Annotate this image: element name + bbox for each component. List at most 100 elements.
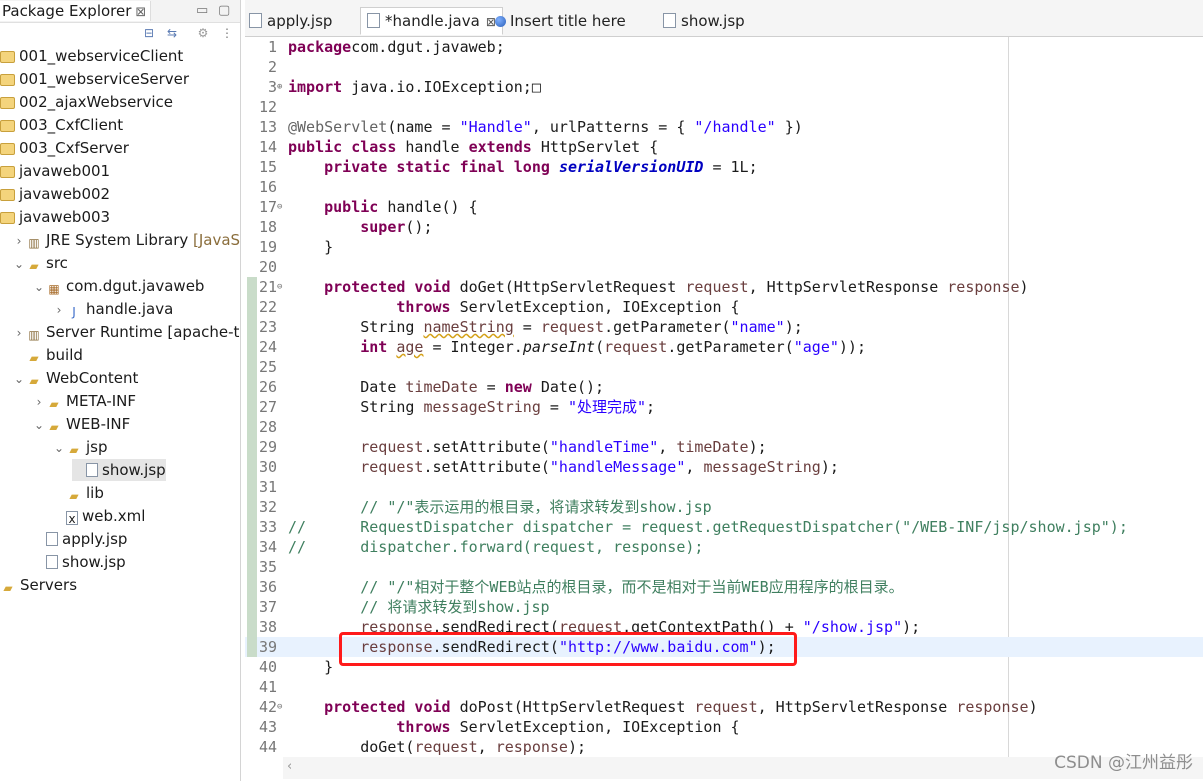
code-token: "Handle" [459, 118, 532, 136]
view-menu-icon[interactable]: ⋮ [220, 26, 234, 40]
code-token: parseInt [522, 338, 596, 356]
code-token: □ [531, 78, 541, 96]
tree-item[interactable]: show.jsp [72, 459, 166, 481]
tree-item[interactable]: ⌄ ▰ src [12, 252, 68, 274]
code-token: Date [288, 378, 406, 396]
close-icon[interactable]: ⊠ [135, 5, 146, 20]
tree-item[interactable]: ▰ Servers [0, 574, 77, 596]
chevron-right-icon[interactable]: › [32, 391, 46, 413]
code-token: ServletException, IOException { [450, 298, 740, 316]
tree-item-label: lib [86, 484, 104, 502]
chevron-down-icon[interactable]: ⌄ [52, 437, 66, 459]
code-token: = 1L; [703, 158, 758, 176]
tree-item[interactable]: 003_CxfClient [0, 114, 123, 136]
tree-item[interactable]: 002_ajaxWebservice [0, 91, 173, 113]
tree-item[interactable]: › ▥ Server Runtime [apache-tc [12, 321, 240, 344]
tree-item[interactable]: › Jhandle.java [52, 298, 174, 321]
code-token: ); [784, 318, 803, 336]
chevron-right-icon[interactable]: › [52, 299, 66, 321]
tree-item[interactable]: javaweb001 [0, 160, 110, 182]
line-number: 3 [267, 78, 277, 96]
folder-icon: ▰ [49, 420, 59, 434]
code-token: new [504, 378, 532, 396]
code-token: request [558, 618, 623, 636]
package-icon: ▦ [48, 282, 60, 296]
tree-item[interactable]: 001_webserviceClient [0, 45, 183, 67]
line-number: 2 [267, 58, 277, 76]
tree-item[interactable]: ⌄ ▰ WEB-INF [32, 413, 130, 435]
line-number: 1 [267, 38, 277, 56]
tree-item[interactable]: show.jsp [32, 551, 126, 573]
code-token: public class [288, 138, 397, 156]
fold-icon[interactable]: ⊖ [277, 277, 285, 297]
tree-item-label: 002_ajaxWebservice [19, 93, 173, 111]
line-number: 37 [258, 598, 277, 616]
minimize-icon[interactable]: ▭ [196, 3, 208, 19]
code-token: private static final long [324, 158, 550, 176]
tree-item[interactable]: javaweb003 [0, 206, 110, 228]
code-token: ServletException, IOException { [450, 718, 740, 736]
tree-item[interactable]: ▰ lib [52, 482, 104, 504]
code-token: doGet(HttpServletRequest [450, 278, 686, 296]
tree-item[interactable]: javaweb002 [0, 183, 110, 205]
file-icon [663, 13, 676, 28]
maximize-icon[interactable]: ▢ [218, 3, 230, 19]
line-number: 31 [258, 478, 277, 496]
link-with-editor-icon[interactable]: ⇆ [165, 26, 179, 40]
code-text: doGet(request, response); [288, 737, 586, 757]
tree-item[interactable]: ▰ build [12, 344, 83, 366]
code-editor[interactable]: 1 packagecom.dgut.javaweb; 2 3 ⊕ import java.… [245, 37, 1203, 757]
code-line: 20 [245, 257, 1203, 277]
chevron-right-icon[interactable]: › [12, 230, 26, 252]
tree-item[interactable]: 003_CxfServer [0, 137, 129, 159]
code-token: throws [396, 298, 451, 316]
code-token: response [495, 738, 568, 756]
tree-item-label: build [46, 346, 83, 364]
collapse-all-icon[interactable]: ⊟ [142, 26, 156, 40]
explorer-tab[interactable]: Package Explorer ⊠ [0, 1, 152, 21]
tree-item[interactable]: x web.xml [52, 505, 145, 527]
editor-tab[interactable]: show.jsp [663, 8, 745, 34]
code-token: public [324, 198, 379, 216]
tree-item[interactable]: 001_webserviceServer [0, 68, 189, 90]
code-token: , [477, 738, 496, 756]
code-text: String nameString = request.getParameter… [288, 317, 803, 337]
code-token: response [360, 618, 433, 636]
editor-tab[interactable]: *handle.java ⊠ [360, 7, 503, 35]
fold-icon[interactable]: ⊖ [277, 697, 285, 717]
tree-item[interactable]: apply.jsp [32, 528, 127, 550]
chevron-down-icon[interactable]: ⌄ [12, 253, 26, 275]
tree-item[interactable]: › ▰ META-INF [32, 390, 136, 412]
chevron-down-icon[interactable]: ⌄ [32, 414, 46, 436]
fold-icon[interactable]: ⊖ [277, 197, 285, 217]
xml-file-icon: x [66, 511, 78, 526]
code-token: // dispatcher.forward(request, response)… [288, 538, 704, 556]
code-text: // dispatcher.forward(request, response)… [288, 537, 703, 557]
chevron-down-icon[interactable]: ⌄ [12, 368, 26, 390]
tree-item-label: com.dgut.javaweb [66, 277, 205, 295]
expand-icon[interactable]: ⊕ [277, 77, 285, 97]
code-token: .sendRedirect( [432, 638, 559, 656]
focus-icon[interactable]: ⚙ [196, 26, 210, 40]
code-line: 42 ⊖ protected void doPost(HttpServletReq… [245, 697, 1203, 717]
code-token: messageString [423, 398, 541, 416]
folder-icon: ▰ [29, 374, 39, 388]
code-token: "/handle" [694, 118, 776, 136]
code-token: protected void [324, 698, 451, 716]
code-line: 14 public class handle extends HttpServle… [245, 137, 1203, 157]
tree-item[interactable]: ›▥ JRE System Library [JavaSE [12, 229, 240, 252]
tree-item[interactable]: ⌄ ▰ WebContent [12, 367, 138, 389]
editor-tab[interactable]: Insert title here [495, 8, 626, 34]
chevron-down-icon[interactable]: ⌄ [32, 276, 46, 298]
tree-item[interactable]: ⌄ ▰ jsp [52, 436, 108, 458]
line-number: 24 [258, 338, 277, 356]
chevron-right-icon[interactable]: › [12, 322, 26, 344]
editor-tab[interactable]: apply.jsp [249, 8, 332, 34]
tree-item[interactable]: ⌄ ▦ com.dgut.javaweb [32, 275, 204, 297]
scroll-left-icon[interactable]: ‹ [287, 759, 292, 774]
code-line: 23 String nameString = request.getParame… [245, 317, 1203, 337]
code-line: 35 [245, 557, 1203, 577]
